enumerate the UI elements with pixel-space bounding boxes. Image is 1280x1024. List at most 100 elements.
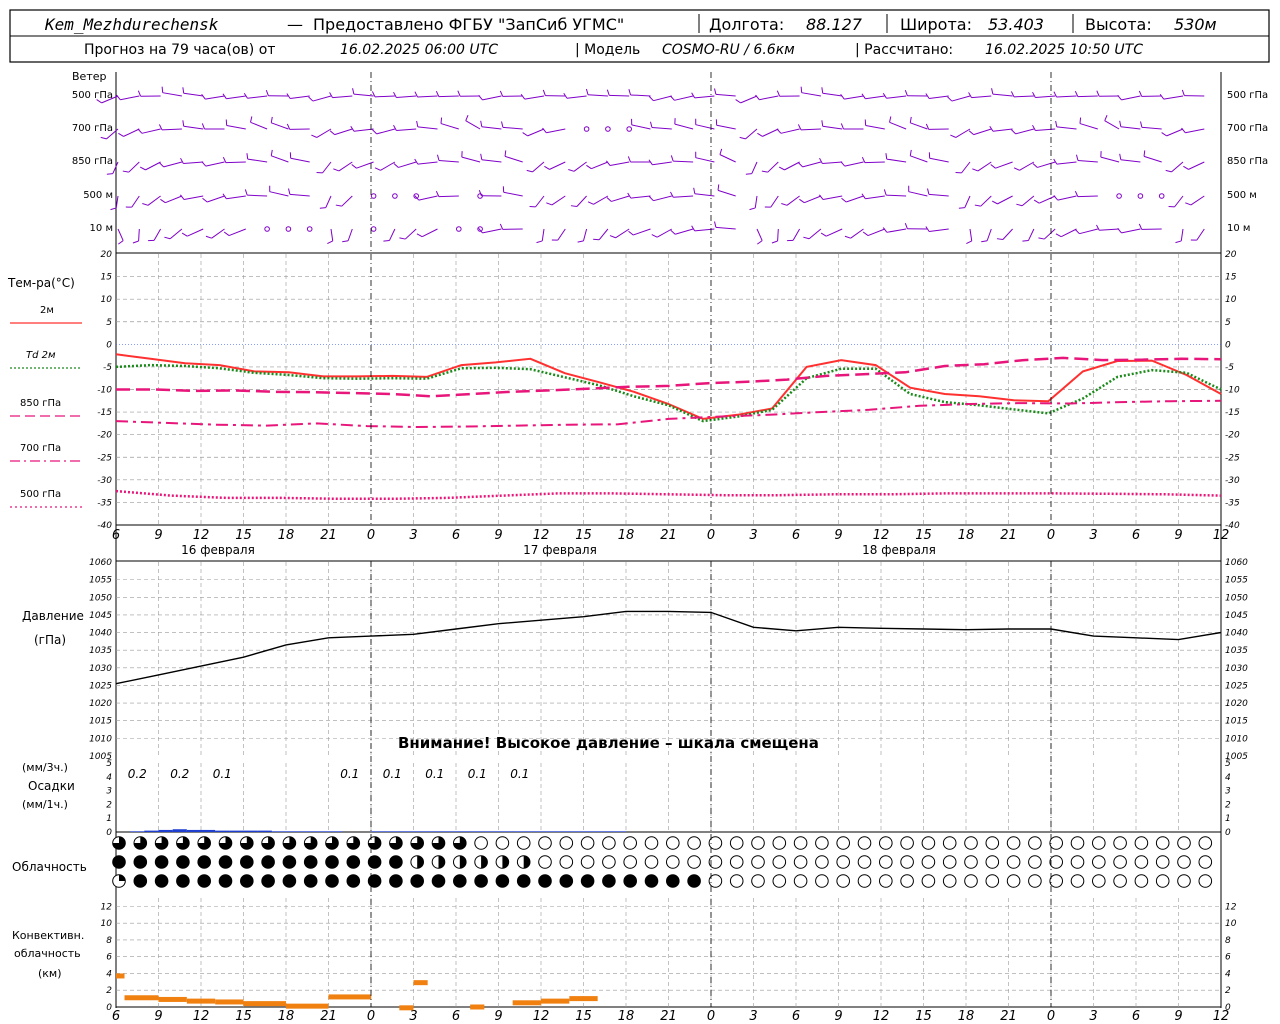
temp-ytick-right: 5 bbox=[1225, 318, 1231, 328]
wind-barb-shaft bbox=[767, 161, 779, 173]
calm-wind-circle bbox=[370, 226, 377, 232]
pres-ytick-left: 1025 bbox=[89, 681, 112, 691]
hour-label: 0 bbox=[707, 528, 715, 543]
calm-wind-circle bbox=[456, 226, 462, 232]
cloud-circle bbox=[1113, 836, 1127, 850]
hour-label: 9 bbox=[1174, 528, 1182, 543]
wind-title: Ветер bbox=[72, 70, 106, 83]
wind-level-label-right: 700 гПа bbox=[1227, 123, 1268, 134]
wind-barb-shaft bbox=[461, 156, 481, 163]
wind-barb-feather bbox=[205, 235, 212, 239]
wind-barb-feather bbox=[714, 221, 717, 228]
wind-barb-shaft bbox=[332, 95, 353, 99]
wind-barb-shaft bbox=[964, 195, 971, 208]
cloud-circle bbox=[857, 874, 872, 888]
hour-label-bottom: 12 bbox=[193, 1009, 210, 1024]
cloud-circle bbox=[325, 874, 339, 888]
cloud-circle bbox=[857, 836, 872, 850]
hour-label: 3 bbox=[409, 528, 417, 543]
wind-barb-shaft bbox=[980, 195, 992, 207]
wind-barb-feather bbox=[609, 235, 616, 239]
wind-barb-shaft bbox=[271, 155, 289, 163]
pres-ytick-left: 1010 bbox=[89, 734, 112, 744]
calm-wind-circle bbox=[264, 226, 270, 232]
precip-bar bbox=[498, 831, 513, 832]
cloud-circle bbox=[815, 836, 829, 850]
meteogram: Kem_Mezhdurechensk — Предоставлено ФГБУ … bbox=[7, 9, 1270, 1024]
header-dash: — bbox=[287, 15, 303, 34]
wind-barb-feather bbox=[844, 235, 851, 239]
wind-barb-shaft bbox=[929, 95, 949, 99]
wind-barb-shaft bbox=[756, 228, 763, 241]
cloud-circle bbox=[1028, 874, 1042, 888]
wind-barb-shaft bbox=[123, 128, 140, 137]
wind-barb-shaft bbox=[482, 95, 502, 101]
cloud-circle bbox=[1028, 855, 1042, 869]
wind-barb-shaft bbox=[418, 195, 438, 201]
wind-barb-shaft bbox=[780, 128, 800, 134]
wind-barb-shaft bbox=[341, 195, 353, 207]
hour-label-bottom: 9 bbox=[1174, 1009, 1182, 1024]
hour-label-bottom: 21 bbox=[320, 1009, 337, 1024]
calm-wind-circle bbox=[605, 126, 611, 132]
hour-label-bottom: 15 bbox=[235, 1009, 252, 1024]
cloud-circle bbox=[623, 855, 638, 869]
wind-barb-shaft bbox=[977, 161, 992, 172]
cloud-circle bbox=[1198, 836, 1213, 850]
precip-sum-label: 0.1 bbox=[213, 767, 232, 781]
wind-barb-shaft bbox=[850, 228, 864, 239]
wind-barb-feather bbox=[968, 92, 972, 98]
wind-barb-feather bbox=[465, 114, 469, 121]
wind-barb-shaft bbox=[971, 95, 992, 99]
cloud-circle bbox=[133, 855, 148, 869]
temp-ytick-right: 0 bbox=[1225, 340, 1231, 350]
cloud-circle bbox=[900, 874, 914, 888]
cloud-circle bbox=[1070, 874, 1085, 888]
wind-barb-shaft bbox=[1120, 159, 1141, 163]
hour-label: 6 bbox=[1132, 528, 1140, 543]
hour-label-bottom: 18 bbox=[958, 1009, 975, 1024]
wind-barb-shaft bbox=[532, 161, 545, 173]
cloud-circle bbox=[836, 855, 851, 869]
precip-sum-label: 0.1 bbox=[510, 767, 529, 781]
precip-bar bbox=[611, 831, 626, 832]
temperature-panel: Тем-ра(°С) 2мTd 2м850 гПа700 гПа500 гПа … bbox=[7, 250, 1240, 531]
wind-barb-shaft bbox=[1019, 161, 1035, 171]
pres-ytick-right: 1035 bbox=[1225, 646, 1248, 656]
wind-barb-shaft bbox=[1163, 95, 1184, 100]
hour-label-bottom: 12 bbox=[873, 1009, 890, 1024]
cloud-circle bbox=[1113, 874, 1127, 888]
pressure-unit: (гПа) bbox=[34, 633, 66, 647]
conv-title-3: (км) bbox=[38, 967, 62, 980]
wind-barb-shaft bbox=[228, 228, 246, 237]
wind-barb-shaft bbox=[325, 195, 332, 208]
wind-barb-shaft bbox=[1039, 195, 1056, 204]
cloud-circle bbox=[559, 836, 574, 850]
wind-barb-shaft bbox=[844, 161, 864, 167]
wind-barb-feather bbox=[714, 88, 717, 95]
wind-level-label-left: 500 гПа bbox=[72, 90, 113, 101]
wind-barb-shaft bbox=[591, 161, 609, 170]
wind-barb-shaft bbox=[652, 161, 672, 166]
cloud-circle bbox=[729, 855, 744, 869]
wind-barb-shaft bbox=[1021, 195, 1035, 207]
conv-ytick-left: 2 bbox=[106, 986, 112, 996]
wind-barb-feather bbox=[520, 93, 526, 100]
wind-barb-shaft bbox=[145, 161, 161, 171]
hour-label-bottom: 0 bbox=[1047, 1009, 1055, 1024]
wind-barb-shaft bbox=[631, 124, 651, 130]
wind-barb-shaft bbox=[609, 94, 630, 97]
cloud-circle bbox=[921, 836, 936, 850]
cloud-circle bbox=[644, 836, 659, 850]
wind-barb-feather bbox=[1032, 163, 1038, 168]
wind-barb-feather bbox=[606, 197, 612, 202]
conv-ytick-left: 12 bbox=[101, 902, 113, 912]
precip-bar bbox=[130, 831, 145, 832]
lon-label: Долгота: bbox=[709, 15, 784, 34]
cloud-circle bbox=[1134, 855, 1149, 869]
pres-ytick-right: 1020 bbox=[1225, 699, 1248, 709]
wind-barb-shaft bbox=[440, 123, 459, 130]
wind-barb-shaft bbox=[481, 159, 502, 163]
temp-ytick-right: 15 bbox=[1225, 273, 1237, 283]
hour-label: 18 bbox=[278, 528, 295, 543]
